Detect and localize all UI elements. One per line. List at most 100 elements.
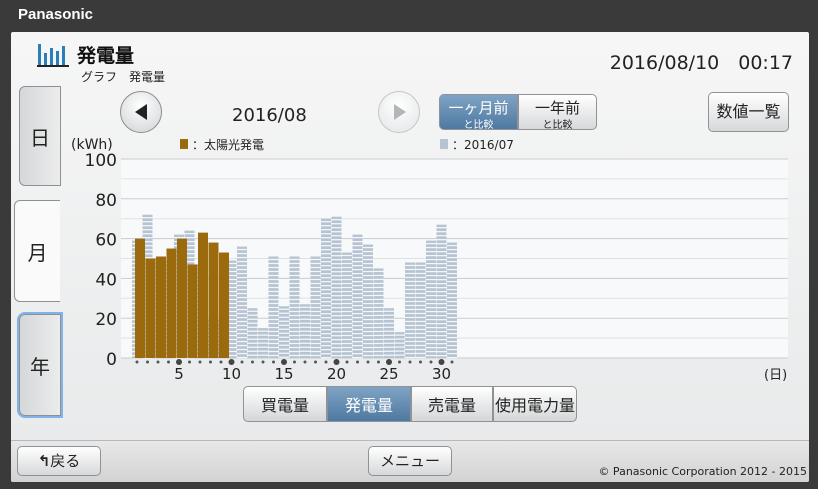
x-tick-label: 20 bbox=[327, 365, 346, 382]
x-minor-dot bbox=[251, 360, 254, 364]
x-minor-dot bbox=[293, 360, 296, 364]
bar-previous-body bbox=[363, 244, 373, 358]
bar-previous-month bbox=[163, 260, 174, 358]
menu-button[interactable]: メニュー bbox=[368, 446, 452, 476]
bar-previous-month bbox=[132, 240, 142, 358]
x-axis-unit: (日) bbox=[764, 368, 787, 382]
bar-previous-month bbox=[342, 252, 352, 358]
bar-previous-month bbox=[279, 306, 289, 358]
bar-previous-month bbox=[153, 258, 163, 359]
x-major-dot bbox=[333, 359, 340, 365]
bar-current-month bbox=[187, 264, 198, 358]
bar-previous-body bbox=[310, 256, 321, 358]
bar-previous-month bbox=[373, 268, 384, 358]
bar-current-month bbox=[177, 238, 187, 358]
x-minor-dot bbox=[324, 360, 328, 364]
bar-current-month bbox=[166, 248, 177, 358]
bar-previous-month bbox=[384, 308, 394, 358]
tab-year[interactable]: 年 bbox=[17, 312, 63, 418]
menu-label: メニュー bbox=[379, 452, 440, 470]
tab-purchased-power[interactable]: 買電量 bbox=[243, 386, 327, 422]
bar-previous-month bbox=[426, 240, 436, 358]
bar-previous-month bbox=[258, 328, 268, 358]
tab-day[interactable]: 日 bbox=[19, 86, 61, 186]
x-major-dot bbox=[176, 359, 182, 365]
bar-current-month bbox=[198, 232, 208, 358]
x-minor-dot bbox=[314, 360, 317, 364]
triangle-left-icon bbox=[135, 104, 147, 120]
bar-previous-body bbox=[195, 264, 205, 358]
compare-prev-year-button[interactable]: 一年前 と比較 bbox=[518, 94, 597, 131]
x-minor-dot bbox=[429, 360, 433, 364]
bar-previous-body bbox=[258, 328, 268, 358]
tab-sold-label: 売電量 bbox=[427, 396, 476, 415]
tab-consumed-power[interactable]: 使用電力量 bbox=[493, 386, 577, 422]
x-minor-dot bbox=[240, 360, 244, 364]
x-minor-dot bbox=[450, 360, 454, 364]
y-tick-label: 40 bbox=[95, 270, 117, 290]
clock-datetime: 2016/08/10 00:17 bbox=[609, 52, 793, 74]
compare-year-sublabel: と比較 bbox=[542, 120, 573, 131]
bar-previous-body bbox=[237, 246, 247, 358]
bar-previous-body bbox=[247, 308, 258, 358]
back-button[interactable]: ↰戻る bbox=[17, 446, 101, 476]
bar-previous-body bbox=[331, 216, 342, 358]
y-tick-label: 80 bbox=[95, 191, 117, 211]
tab-consumed-label: 使用電力量 bbox=[494, 396, 575, 415]
y-tick-label: 100 bbox=[85, 151, 117, 171]
x-minor-dot bbox=[419, 360, 422, 364]
x-tick-label: 10 bbox=[222, 365, 241, 382]
back-label: 戻る bbox=[50, 452, 81, 470]
bar-previous-body bbox=[142, 214, 153, 358]
prev-month-button[interactable] bbox=[120, 91, 162, 133]
x-minor-dot bbox=[198, 360, 202, 364]
bar-previous-body bbox=[289, 256, 300, 358]
bar-previous-body bbox=[226, 260, 237, 358]
x-major-dot bbox=[281, 359, 287, 365]
tab-year-label: 年 bbox=[30, 354, 50, 379]
bar-previous-body bbox=[342, 252, 352, 358]
bar-current-month bbox=[219, 252, 229, 358]
value-list-button[interactable]: 数値一覧 bbox=[708, 92, 789, 132]
bar-previous-body bbox=[184, 230, 195, 358]
bar-chart-icon bbox=[37, 41, 71, 67]
y-axis-unit: (kWh) bbox=[71, 137, 113, 153]
bar-previous-body bbox=[321, 218, 331, 358]
bar-previous-body bbox=[216, 320, 226, 358]
bar-previous-month bbox=[205, 320, 216, 358]
bar-previous-month bbox=[300, 304, 310, 358]
bar-previous-body bbox=[153, 258, 163, 358]
main-window: 発電量 グラフ 発電量 2016/08/10 00:17 日 月 年 2016/… bbox=[11, 32, 809, 482]
bar-previous-month bbox=[184, 230, 195, 359]
legend-current-label: ：太陽光発電 bbox=[192, 137, 264, 152]
tab-sold-power[interactable]: 売電量 bbox=[411, 386, 493, 422]
bar-previous-body bbox=[394, 332, 405, 358]
bar-previous-month bbox=[394, 332, 405, 358]
bar-previous-body bbox=[163, 260, 174, 358]
tab-generated-power[interactable]: 発電量 bbox=[327, 386, 411, 422]
bar-previous-body bbox=[174, 234, 184, 358]
x-major-dot bbox=[228, 359, 235, 365]
bar-previous-body bbox=[279, 306, 289, 358]
y-tick-label: 60 bbox=[95, 231, 117, 251]
return-arrow-icon: ↰ bbox=[37, 452, 51, 470]
tab-purchased-label: 買電量 bbox=[260, 396, 309, 415]
x-minor-dot bbox=[356, 360, 359, 364]
bar-previous-month bbox=[415, 262, 426, 359]
bar-previous-month bbox=[237, 246, 247, 359]
tab-month[interactable]: 月 bbox=[14, 200, 60, 302]
x-tick-label: 15 bbox=[274, 365, 293, 382]
bar-current-month bbox=[156, 256, 166, 358]
x-tick-label: 30 bbox=[432, 365, 451, 382]
x-major-dot bbox=[438, 359, 445, 365]
bar-previous-month bbox=[289, 256, 300, 358]
y-tick-label: 0 bbox=[106, 350, 117, 370]
bar-current-month bbox=[135, 238, 145, 358]
bar-previous-body bbox=[373, 268, 384, 358]
bar-previous-month bbox=[195, 264, 205, 358]
bar-previous-month bbox=[405, 262, 415, 359]
legend-previous-label: ：2016/07 bbox=[452, 138, 514, 152]
next-month-button[interactable] bbox=[378, 91, 420, 133]
x-minor-dot bbox=[408, 360, 412, 364]
compare-prev-month-button[interactable]: 一ヶ月前 と比較 bbox=[439, 94, 518, 131]
